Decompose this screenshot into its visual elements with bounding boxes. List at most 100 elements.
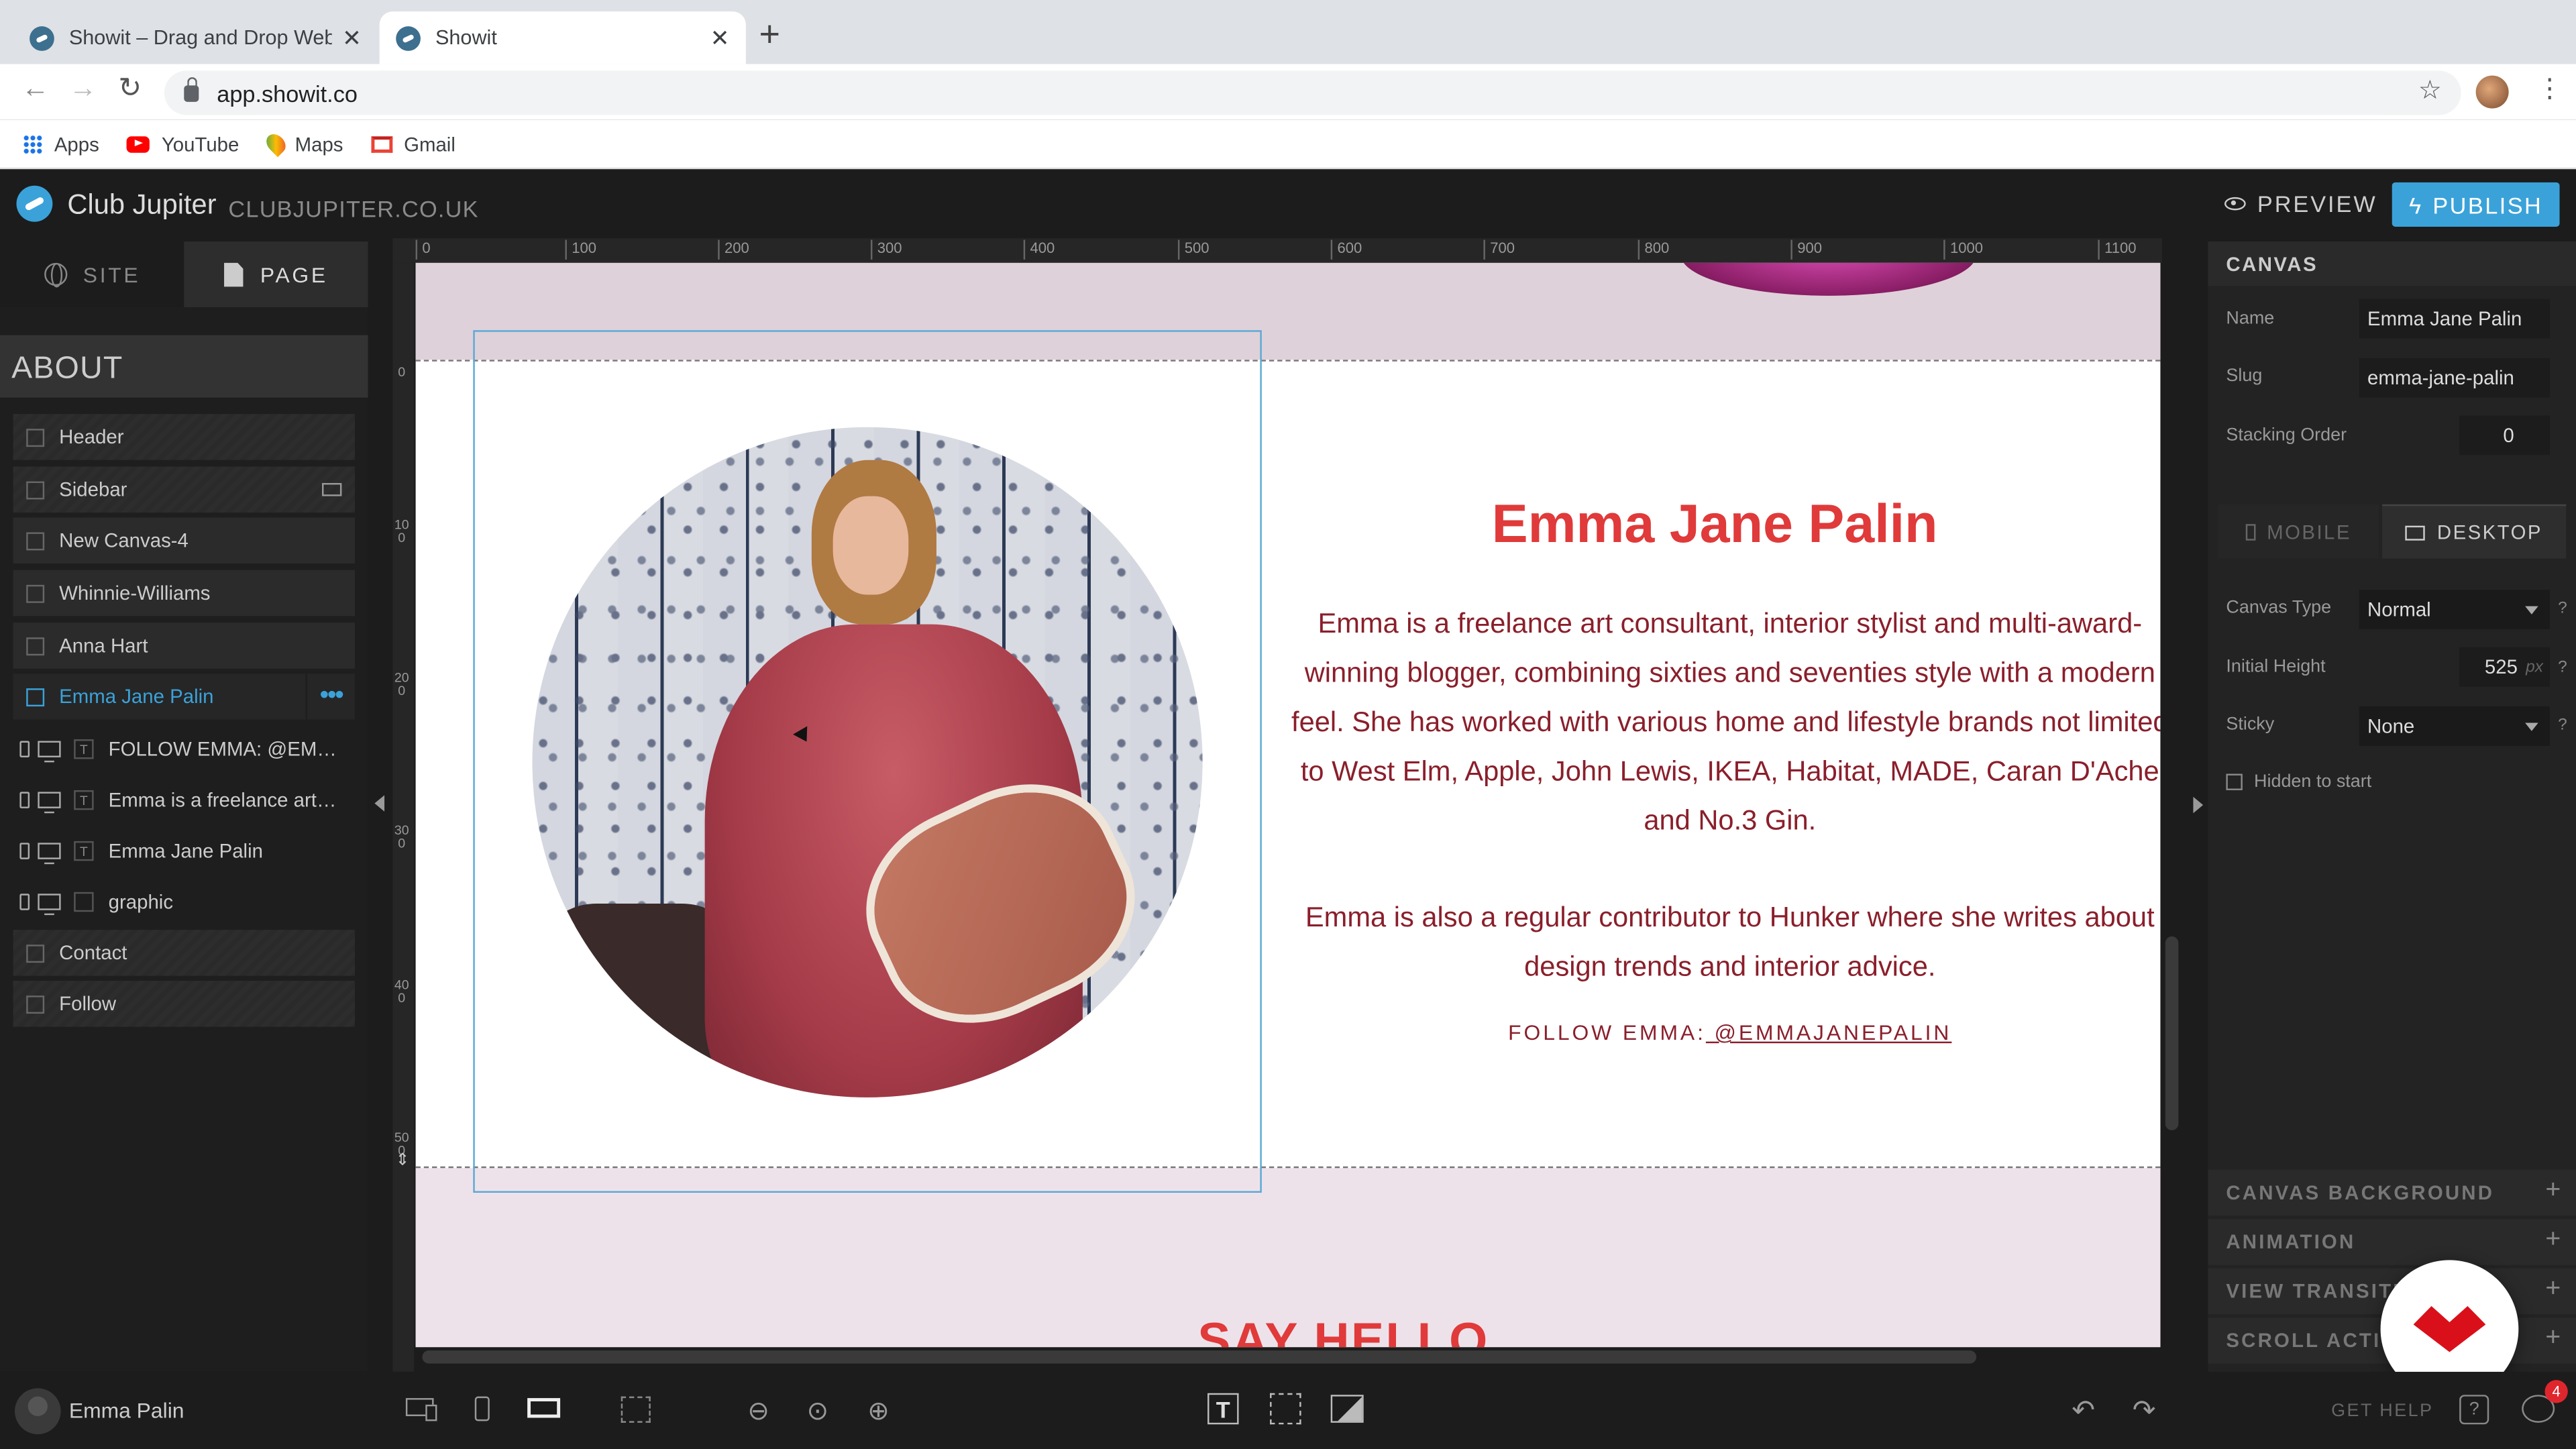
hidden-to-start-checkbox[interactable] (2226, 773, 2243, 790)
profile-avatar[interactable] (2475, 75, 2509, 109)
showit-logo-icon[interactable] (16, 185, 53, 222)
canvas-item-header[interactable]: Header (13, 414, 355, 460)
help-icon[interactable]: ? (2558, 659, 2567, 677)
add-image-icon[interactable] (1330, 1395, 1364, 1423)
plus-icon: + (2545, 1225, 2563, 1254)
tab-close-icon[interactable]: ✕ (342, 24, 362, 52)
zoom-fit-icon[interactable]: ⊙ (806, 1395, 828, 1428)
forward-arrow-icon[interactable]: → (69, 72, 97, 105)
tab-close-icon[interactable]: ✕ (710, 24, 730, 52)
zoom-out-icon[interactable]: ⊖ (747, 1395, 769, 1428)
canvas-type-select[interactable]: Normal (2359, 590, 2550, 629)
new-tab-button[interactable]: + (759, 13, 780, 56)
eye-icon (2224, 197, 2246, 211)
desktop-view-icon[interactable] (527, 1398, 561, 1423)
horizontal-ruler (392, 238, 2162, 263)
decorative-graphic (1680, 262, 1977, 296)
mobile-icon[interactable] (19, 894, 30, 910)
layer-emma-bio[interactable]: TEmma is a freelance art con... (13, 777, 355, 823)
mobile-icon[interactable] (19, 741, 30, 757)
help-icon[interactable]: ? (2558, 716, 2567, 735)
reload-icon[interactable]: ↻ (118, 72, 142, 105)
canvas-icon (26, 636, 45, 655)
showit-favicon-icon (396, 25, 421, 50)
layer-graphic[interactable]: graphic (13, 879, 355, 925)
bookmark-gmail[interactable]: Gmail (371, 132, 455, 155)
tab-mobile[interactable]: MOBILE (2218, 504, 2379, 559)
url-text: app.showit.co (217, 79, 358, 106)
stacking-order-input[interactable]: 0 (2459, 415, 2550, 455)
instagram-handle-link[interactable]: @EMMAJANEPALIN (1706, 1020, 1952, 1045)
emma-portrait-image[interactable] (532, 427, 1203, 1097)
browser-tab-showit-app[interactable]: Showit ✕ (379, 11, 746, 64)
layer-follow-emma[interactable]: T FOLLOW EMMA: @EMMA... (13, 726, 355, 772)
accordion-canvas-background[interactable]: CANVAS BACKGROUND + (2208, 1169, 2576, 1216)
slug-label: Slug (2226, 366, 2263, 386)
bookmark-maps[interactable]: Maps (262, 130, 343, 158)
canvas-item-follow[interactable]: Follow (13, 981, 355, 1027)
canvas-type-label: Canvas Type (2226, 598, 2332, 618)
bookmark-youtube[interactable]: YouTube (127, 132, 239, 155)
more-options-icon[interactable]: ••• (305, 674, 355, 720)
desktop-icon[interactable] (38, 894, 61, 916)
back-arrow-icon[interactable]: ← (21, 72, 50, 105)
canvas-item-anna-hart[interactable]: Anna Hart (13, 623, 355, 669)
say-hello-heading[interactable]: SAY HELLO (1197, 1314, 1489, 1347)
emma-heading[interactable]: Emma Jane Palin (1492, 493, 1938, 555)
bookmark-apps[interactable]: Apps (23, 132, 99, 155)
bookmark-star-icon[interactable]: ☆ (2418, 74, 2442, 107)
get-help-link[interactable]: GET HELP (2331, 1401, 2433, 1421)
plus-icon: + (2545, 1324, 2563, 1352)
vertical-scrollbar[interactable] (2165, 936, 2179, 1130)
undo-icon[interactable]: ↶ (2072, 1395, 2095, 1428)
plus-icon: + (2545, 1275, 2563, 1303)
layer-emma-heading[interactable]: T Emma Jane Palin (13, 828, 355, 874)
help-question-icon[interactable]: ? (2459, 1395, 2489, 1425)
desktop-icon[interactable] (38, 741, 61, 763)
canvas-item-new-canvas-4[interactable]: New Canvas-4 (13, 517, 355, 564)
add-text-icon[interactable]: T (1208, 1393, 1239, 1425)
ruler-tick-label: 200 (718, 239, 749, 260)
canvas-icon (26, 994, 45, 1013)
redo-icon[interactable]: ↷ (2133, 1395, 2156, 1428)
ruler-tick-label: 1000 (1943, 239, 1983, 260)
tab-desktop[interactable]: DESKTOP (2382, 504, 2567, 559)
address-bar[interactable]: app.showit.co (164, 70, 2461, 115)
canvas-item-whinnie-williams[interactable]: Whinnie-Williams (13, 570, 355, 616)
canvas-item-sidebar[interactable]: Sidebar (13, 466, 355, 513)
lock-icon (184, 76, 199, 101)
browser-tab-showit-site[interactable]: Showit – Drag and Drop Websit ✕ (13, 11, 378, 64)
emma-bio-text[interactable]: Emma is a freelance art consultant, inte… (1278, 600, 2160, 846)
mobile-icon[interactable] (19, 792, 30, 808)
tab-site[interactable]: SITE (0, 241, 184, 307)
emma-contributor-text[interactable]: Emma is also a regular contributor to Hu… (1278, 894, 2160, 992)
mobile-icon[interactable] (19, 843, 30, 859)
canvas-resize-handle-icon[interactable]: ⇕ (392, 1152, 412, 1170)
collapse-right-panel-icon[interactable] (2193, 796, 2204, 814)
initial-height-input[interactable]: 525 px (2459, 647, 2550, 687)
marquee-select-icon[interactable] (621, 1396, 651, 1423)
canvas-item-emma-jane-palin[interactable]: Emma Jane Palin ••• (13, 674, 355, 720)
browser-menu-icon[interactable]: ⋮ (2536, 72, 2563, 105)
ruler-tick-label: 900 (1790, 239, 1822, 260)
canvas-name-input[interactable]: Emma Jane Palin (2359, 299, 2550, 339)
help-icon[interactable]: ? (2558, 600, 2567, 618)
canvas-item-contact[interactable]: Contact (13, 930, 355, 976)
canvas-slug-input[interactable]: emma-jane-palin (2359, 358, 2550, 398)
follow-emma-text[interactable]: FOLLOW EMMA: @EMMAJANEPALIN (1278, 1020, 2160, 1045)
collapse-left-panel-icon[interactable] (374, 795, 385, 812)
desktop-icon[interactable] (38, 792, 61, 814)
desktop-icon[interactable] (38, 843, 61, 865)
add-shape-icon[interactable] (1270, 1393, 1301, 1425)
mobile-view-icon[interactable] (474, 1396, 490, 1421)
desktop-mobile-view-icon[interactable] (405, 1398, 437, 1421)
sticky-select[interactable]: None (2359, 706, 2550, 746)
design-canvas[interactable]: SAY HELLO Emma Jane Palin Emma is a free… (415, 262, 2161, 1348)
publish-button[interactable]: ϟ PUBLISH (2392, 182, 2560, 227)
user-avatar[interactable] (15, 1388, 61, 1434)
zoom-in-icon[interactable]: ⊕ (867, 1395, 890, 1428)
accordion-animation[interactable]: ANIMATION + (2208, 1219, 2576, 1265)
preview-button[interactable]: PREVIEW (2224, 191, 2377, 217)
horizontal-scrollbar[interactable] (422, 1350, 1977, 1364)
tab-page[interactable]: PAGE (184, 241, 368, 307)
